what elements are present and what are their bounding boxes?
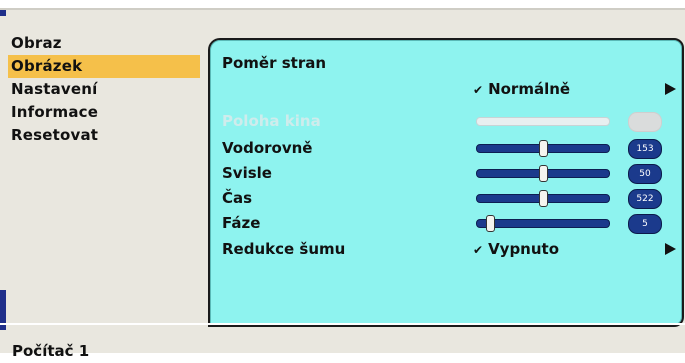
menu-item-obraz[interactable]: Obraz bbox=[8, 32, 200, 55]
settings-panel: Poměr stran ✔ Normálně Poloha kina Vodoro… bbox=[208, 38, 684, 327]
input-source-label: Počítač 1 bbox=[12, 342, 90, 360]
clock-slider-handle[interactable] bbox=[539, 190, 548, 207]
horizontal-slider-handle[interactable] bbox=[539, 140, 548, 157]
phase-slider-handle[interactable] bbox=[486, 215, 496, 232]
horizontal-row[interactable]: Vodorovně 153 bbox=[210, 137, 682, 159]
vertical-value: 50 bbox=[628, 164, 662, 184]
menu-item-nastaveni[interactable]: Nastavení bbox=[8, 78, 200, 101]
cinema-position-row: Poloha kina bbox=[210, 110, 682, 132]
main-menu: Obraz Obrázek Nastavení Informace Reseto… bbox=[8, 32, 200, 147]
horizontal-slider[interactable] bbox=[476, 140, 610, 157]
clock-label: Čas bbox=[222, 189, 253, 207]
cinema-position-value bbox=[628, 112, 662, 132]
menu-item-obrazek[interactable]: Obrázek bbox=[8, 55, 200, 78]
submenu-arrow-icon[interactable] bbox=[665, 243, 676, 255]
vertical-label: Svisle bbox=[222, 164, 272, 182]
clock-row[interactable]: Čas 522 bbox=[210, 187, 682, 209]
clock-slider[interactable] bbox=[476, 190, 610, 207]
horizontal-label: Vodorovně bbox=[222, 139, 313, 157]
noise-reduction-row[interactable]: Redukce šumu ✔ Vypnuto bbox=[210, 238, 682, 260]
phase-value: 5 bbox=[628, 214, 662, 234]
aspect-ratio-row[interactable]: Poměr stran bbox=[210, 52, 682, 74]
vertical-slider[interactable] bbox=[476, 165, 610, 182]
noise-reduction-value: ✔ Vypnuto bbox=[473, 238, 559, 261]
checkmark-icon: ✔ bbox=[473, 83, 484, 97]
vertical-row[interactable]: Svisle 50 bbox=[210, 162, 682, 184]
clock-value: 522 bbox=[628, 189, 662, 209]
noise-reduction-value-text: Vypnuto bbox=[488, 240, 560, 258]
menu-item-resetovat[interactable]: Resetovat bbox=[8, 124, 200, 147]
aspect-ratio-value-text: Normálně bbox=[488, 80, 571, 98]
aspect-ratio-value-row[interactable]: ✔ Normálně bbox=[210, 78, 682, 100]
menu-item-informace[interactable]: Informace bbox=[8, 101, 200, 124]
aspect-ratio-value: ✔ Normálně bbox=[473, 78, 570, 101]
status-bar: Počítač 1 bbox=[0, 323, 685, 363]
checkmark-icon: ✔ bbox=[473, 243, 484, 257]
vertical-slider-handle[interactable] bbox=[539, 165, 548, 182]
osd-menu: Obraz Obrázek Nastavení Informace Reseto… bbox=[0, 8, 685, 360]
horizontal-value: 153 bbox=[628, 139, 662, 159]
phase-row[interactable]: Fáze 5 bbox=[210, 212, 682, 234]
phase-slider[interactable] bbox=[476, 215, 610, 232]
cinema-position-label: Poloha kina bbox=[222, 112, 321, 130]
submenu-arrow-icon[interactable] bbox=[665, 83, 676, 95]
frame-corner-marker bbox=[0, 10, 6, 16]
noise-reduction-label: Redukce šumu bbox=[222, 240, 346, 258]
aspect-ratio-label: Poměr stran bbox=[222, 54, 327, 72]
phase-label: Fáze bbox=[222, 214, 261, 232]
cinema-position-slider bbox=[476, 117, 610, 126]
